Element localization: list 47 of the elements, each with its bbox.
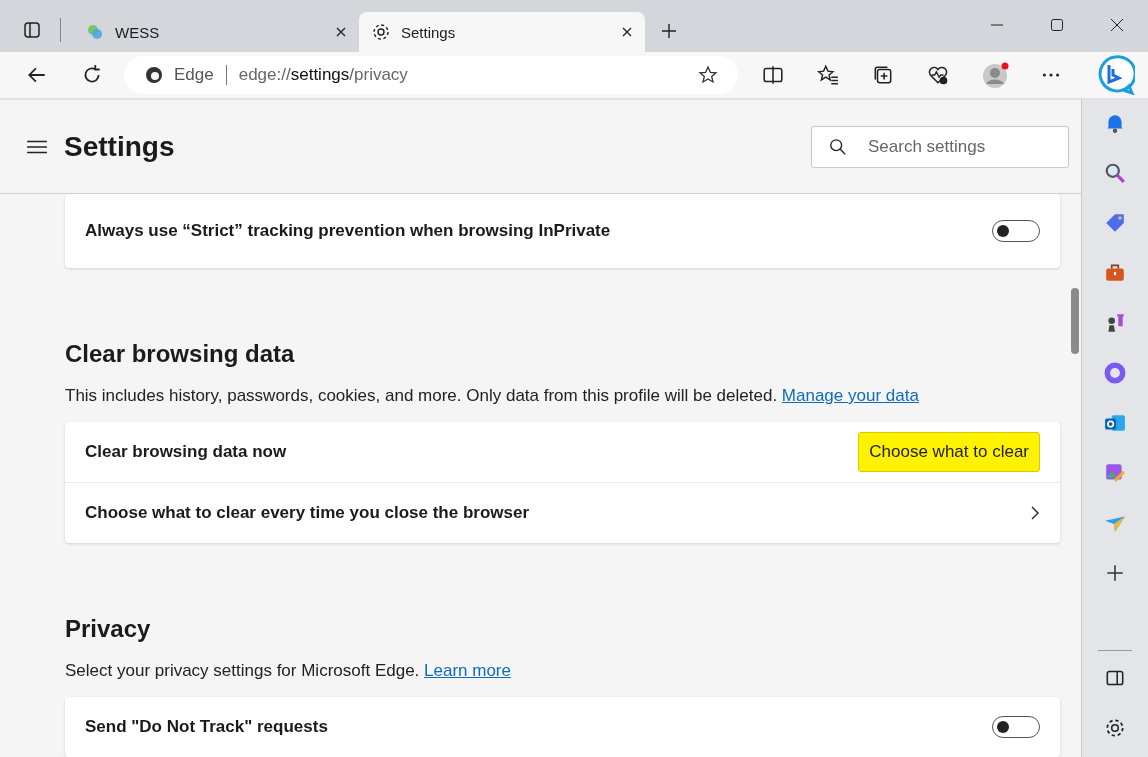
chat-bubble-icon[interactable] (1095, 55, 1135, 95)
search-field[interactable]: Search settings (811, 125, 1069, 168)
close-icon[interactable] (621, 26, 633, 38)
section-heading: Privacy (65, 615, 152, 643)
page-title: Settings (64, 130, 175, 163)
tab-title: Settings (401, 23, 457, 41)
star-icon[interactable] (698, 65, 718, 85)
bell-icon[interactable] (1104, 112, 1126, 134)
setting-label: Clear browsing data now (85, 442, 287, 462)
new-tab-icon[interactable] (661, 23, 677, 39)
search-icon (829, 137, 847, 156)
browser-tab[interactable]: Settings (359, 12, 645, 52)
add-icon[interactable] (1104, 562, 1126, 584)
tab-title: WESS (115, 23, 161, 41)
settings-icon (371, 22, 391, 42)
choose-button[interactable]: Choose what to clear (858, 432, 1040, 472)
image-pen-icon[interactable] (1104, 462, 1126, 484)
section-description: Select your privacy settings for Microsoft Edge. Learn more (65, 661, 512, 681)
link[interactable]: Learn more (424, 661, 511, 680)
address-bar[interactable]: Edge edge://settings/privacy (124, 56, 738, 94)
ring-logo-icon[interactable] (1104, 362, 1126, 384)
split-screen-icon[interactable] (762, 64, 784, 86)
toolbox-icon[interactable] (1104, 262, 1126, 284)
link[interactable]: Manage your data (781, 386, 919, 405)
heart-pulse-icon[interactable] (927, 64, 949, 86)
chevron-right-icon[interactable] (1030, 505, 1040, 521)
setting-label: Send "Do Not Track" requests (85, 717, 328, 737)
close-icon[interactable] (1110, 18, 1124, 32)
favorites-icon[interactable] (817, 64, 839, 86)
collections-icon[interactable] (872, 64, 894, 86)
browser-logo-icon (144, 65, 164, 85)
search-icon[interactable] (1104, 162, 1126, 184)
url-text: edge://settings/privacy (238, 65, 408, 85)
maximize-icon[interactable] (1050, 18, 1064, 32)
section-heading: Clear browsing data (65, 340, 296, 368)
setting-label: Always use “Strict” tracking prevention when browsing InPrivate (85, 221, 611, 241)
browser-tab[interactable]: WESS (73, 12, 359, 52)
section-description: This includes history, passwords, cookies, and more. Only data from this profile will be deleted. Manage your data (65, 386, 920, 406)
site-label: Edge (174, 65, 214, 85)
scrollbar-thumb[interactable] (1071, 288, 1079, 354)
settings-icon[interactable] (1104, 717, 1126, 739)
profile-avatar-icon[interactable] (982, 61, 1010, 89)
tag-icon[interactable] (1104, 212, 1126, 234)
mail-icon[interactable] (1104, 412, 1126, 434)
setting-label: Choose what to clear every time you close the browser (85, 503, 530, 523)
tab-actions-icon[interactable] (22, 20, 42, 40)
close-icon[interactable] (335, 26, 347, 38)
